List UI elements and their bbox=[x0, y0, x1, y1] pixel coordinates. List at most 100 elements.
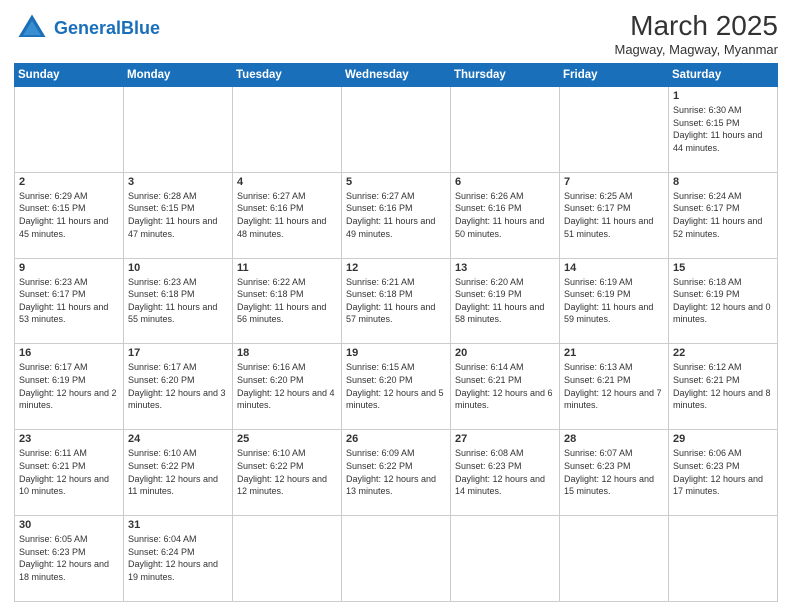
calendar-week-5: 23 Sunrise: 6:11 AM Sunset: 6:21 PM Dayli… bbox=[15, 430, 778, 516]
day-number: 15 bbox=[673, 262, 773, 274]
weekday-header-thursday: Thursday bbox=[451, 64, 560, 87]
day-number: 30 bbox=[19, 519, 119, 531]
calendar-cell: 8Sunrise: 6:24 AM Sunset: 6:17 PM Daylig… bbox=[669, 172, 778, 258]
calendar-cell: 9Sunrise: 6:23 AM Sunset: 6:17 PM Daylig… bbox=[15, 258, 124, 344]
calendar-cell: 28 Sunrise: 6:07 AM Sunset: 6:23 PM Dayli… bbox=[560, 430, 669, 516]
location: Magway, Magway, Myanmar bbox=[614, 42, 778, 57]
day-number: 3 bbox=[128, 176, 228, 188]
day-number: 4 bbox=[237, 176, 337, 188]
logo-text: GeneralBlue bbox=[54, 19, 160, 37]
title-block: March 2025 Magway, Magway, Myanmar bbox=[614, 10, 778, 57]
calendar-cell bbox=[342, 87, 451, 173]
day-info: Sunrise: 6:19 AM Sunset: 6:19 PM Dayligh… bbox=[564, 276, 664, 326]
calendar-cell: 2 Sunrise: 6:29 AM Sunset: 6:15 PM Daylig… bbox=[15, 172, 124, 258]
calendar-cell: 5 Sunrise: 6:27 AM Sunset: 6:16 PM Daylig… bbox=[342, 172, 451, 258]
month-title: March 2025 bbox=[614, 10, 778, 42]
calendar-week-6: 30Sunrise: 6:05 AM Sunset: 6:23 PM Dayli… bbox=[15, 516, 778, 602]
weekday-header-row: SundayMondayTuesdayWednesdayThursdayFrid… bbox=[15, 64, 778, 87]
calendar-cell: 24 Sunrise: 6:10 AM Sunset: 6:22 PM Dayli… bbox=[124, 430, 233, 516]
day-info: Sunrise: 6:26 AM Sunset: 6:16 PM Dayligh… bbox=[455, 190, 555, 240]
day-number: 29 bbox=[673, 433, 773, 445]
calendar-body: 1 Sunrise: 6:30 AM Sunset: 6:15 PM Daylig… bbox=[15, 87, 778, 602]
calendar-cell: 3 Sunrise: 6:28 AM Sunset: 6:15 PM Daylig… bbox=[124, 172, 233, 258]
calendar-cell bbox=[342, 516, 451, 602]
calendar-week-4: 16 Sunrise: 6:17 AM Sunset: 6:19 PM Dayli… bbox=[15, 344, 778, 430]
day-info: Sunrise: 6:12 AM Sunset: 6:21 PM Dayligh… bbox=[673, 361, 773, 411]
day-number: 16 bbox=[19, 347, 119, 359]
calendar-week-3: 9Sunrise: 6:23 AM Sunset: 6:17 PM Daylig… bbox=[15, 258, 778, 344]
calendar-cell: 18Sunrise: 6:16 AM Sunset: 6:20 PM Dayli… bbox=[233, 344, 342, 430]
calendar-cell: 25Sunrise: 6:10 AM Sunset: 6:22 PM Dayli… bbox=[233, 430, 342, 516]
day-info: Sunrise: 6:07 AM Sunset: 6:23 PM Dayligh… bbox=[564, 447, 664, 497]
day-info: Sunrise: 6:08 AM Sunset: 6:23 PM Dayligh… bbox=[455, 447, 555, 497]
day-info: Sunrise: 6:28 AM Sunset: 6:15 PM Dayligh… bbox=[128, 190, 228, 240]
day-info: Sunrise: 6:06 AM Sunset: 6:23 PM Dayligh… bbox=[673, 447, 773, 497]
calendar-table: SundayMondayTuesdayWednesdayThursdayFrid… bbox=[14, 63, 778, 602]
weekday-header-wednesday: Wednesday bbox=[342, 64, 451, 87]
day-number: 19 bbox=[346, 347, 446, 359]
weekday-header-friday: Friday bbox=[560, 64, 669, 87]
day-number: 9 bbox=[19, 262, 119, 274]
weekday-header-saturday: Saturday bbox=[669, 64, 778, 87]
calendar-cell bbox=[233, 516, 342, 602]
calendar-week-2: 2 Sunrise: 6:29 AM Sunset: 6:15 PM Daylig… bbox=[15, 172, 778, 258]
calendar-cell: 10 Sunrise: 6:23 AM Sunset: 6:18 PM Dayli… bbox=[124, 258, 233, 344]
calendar-cell: 15 Sunrise: 6:18 AM Sunset: 6:19 PM Dayli… bbox=[669, 258, 778, 344]
calendar-cell: 23 Sunrise: 6:11 AM Sunset: 6:21 PM Dayli… bbox=[15, 430, 124, 516]
calendar-cell: 21Sunrise: 6:13 AM Sunset: 6:21 PM Dayli… bbox=[560, 344, 669, 430]
calendar-cell bbox=[15, 87, 124, 173]
day-number: 28 bbox=[564, 433, 664, 445]
day-info: Sunrise: 6:23 AM Sunset: 6:18 PM Dayligh… bbox=[128, 276, 228, 326]
day-info: Sunrise: 6:17 AM Sunset: 6:19 PM Dayligh… bbox=[19, 361, 119, 411]
day-number: 24 bbox=[128, 433, 228, 445]
calendar-cell: 14Sunrise: 6:19 AM Sunset: 6:19 PM Dayli… bbox=[560, 258, 669, 344]
day-number: 17 bbox=[128, 347, 228, 359]
day-number: 11 bbox=[237, 262, 337, 274]
day-info: Sunrise: 6:11 AM Sunset: 6:21 PM Dayligh… bbox=[19, 447, 119, 497]
day-number: 31 bbox=[128, 519, 228, 531]
day-info: Sunrise: 6:13 AM Sunset: 6:21 PM Dayligh… bbox=[564, 361, 664, 411]
day-info: Sunrise: 6:10 AM Sunset: 6:22 PM Dayligh… bbox=[128, 447, 228, 497]
calendar-cell: 26 Sunrise: 6:09 AM Sunset: 6:22 PM Dayli… bbox=[342, 430, 451, 516]
calendar-cell bbox=[124, 87, 233, 173]
day-info: Sunrise: 6:17 AM Sunset: 6:20 PM Dayligh… bbox=[128, 361, 228, 411]
day-info: Sunrise: 6:30 AM Sunset: 6:15 PM Dayligh… bbox=[673, 104, 773, 154]
calendar-cell: 20 Sunrise: 6:14 AM Sunset: 6:21 PM Dayli… bbox=[451, 344, 560, 430]
day-info: Sunrise: 6:21 AM Sunset: 6:18 PM Dayligh… bbox=[346, 276, 446, 326]
day-number: 2 bbox=[19, 176, 119, 188]
weekday-header-tuesday: Tuesday bbox=[233, 64, 342, 87]
day-info: Sunrise: 6:29 AM Sunset: 6:15 PM Dayligh… bbox=[19, 190, 119, 240]
calendar-cell: 13Sunrise: 6:20 AM Sunset: 6:19 PM Dayli… bbox=[451, 258, 560, 344]
weekday-header-sunday: Sunday bbox=[15, 64, 124, 87]
calendar-cell bbox=[560, 87, 669, 173]
day-number: 10 bbox=[128, 262, 228, 274]
day-info: Sunrise: 6:22 AM Sunset: 6:18 PM Dayligh… bbox=[237, 276, 337, 326]
day-number: 18 bbox=[237, 347, 337, 359]
calendar-cell bbox=[451, 87, 560, 173]
logo-icon bbox=[14, 10, 50, 46]
day-number: 23 bbox=[19, 433, 119, 445]
day-number: 20 bbox=[455, 347, 555, 359]
calendar-cell: 19 Sunrise: 6:15 AM Sunset: 6:20 PM Dayli… bbox=[342, 344, 451, 430]
calendar-cell: 22 Sunrise: 6:12 AM Sunset: 6:21 PM Dayli… bbox=[669, 344, 778, 430]
day-info: Sunrise: 6:04 AM Sunset: 6:24 PM Dayligh… bbox=[128, 533, 228, 583]
day-number: 5 bbox=[346, 176, 446, 188]
day-info: Sunrise: 6:14 AM Sunset: 6:21 PM Dayligh… bbox=[455, 361, 555, 411]
day-info: Sunrise: 6:15 AM Sunset: 6:20 PM Dayligh… bbox=[346, 361, 446, 411]
calendar-cell: 12Sunrise: 6:21 AM Sunset: 6:18 PM Dayli… bbox=[342, 258, 451, 344]
day-number: 22 bbox=[673, 347, 773, 359]
calendar-cell: 11 Sunrise: 6:22 AM Sunset: 6:18 PM Dayli… bbox=[233, 258, 342, 344]
page: GeneralBlue March 2025 Magway, Magway, M… bbox=[0, 0, 792, 612]
day-number: 26 bbox=[346, 433, 446, 445]
day-number: 25 bbox=[237, 433, 337, 445]
day-info: Sunrise: 6:27 AM Sunset: 6:16 PM Dayligh… bbox=[346, 190, 446, 240]
day-info: Sunrise: 6:09 AM Sunset: 6:22 PM Dayligh… bbox=[346, 447, 446, 497]
day-info: Sunrise: 6:20 AM Sunset: 6:19 PM Dayligh… bbox=[455, 276, 555, 326]
calendar-cell bbox=[451, 516, 560, 602]
header: GeneralBlue March 2025 Magway, Magway, M… bbox=[14, 10, 778, 57]
day-number: 1 bbox=[673, 90, 773, 102]
calendar-cell: 29 Sunrise: 6:06 AM Sunset: 6:23 PM Dayli… bbox=[669, 430, 778, 516]
day-info: Sunrise: 6:24 AM Sunset: 6:17 PM Dayligh… bbox=[673, 190, 773, 240]
day-info: Sunrise: 6:18 AM Sunset: 6:19 PM Dayligh… bbox=[673, 276, 773, 326]
calendar-cell: 4Sunrise: 6:27 AM Sunset: 6:16 PM Daylig… bbox=[233, 172, 342, 258]
